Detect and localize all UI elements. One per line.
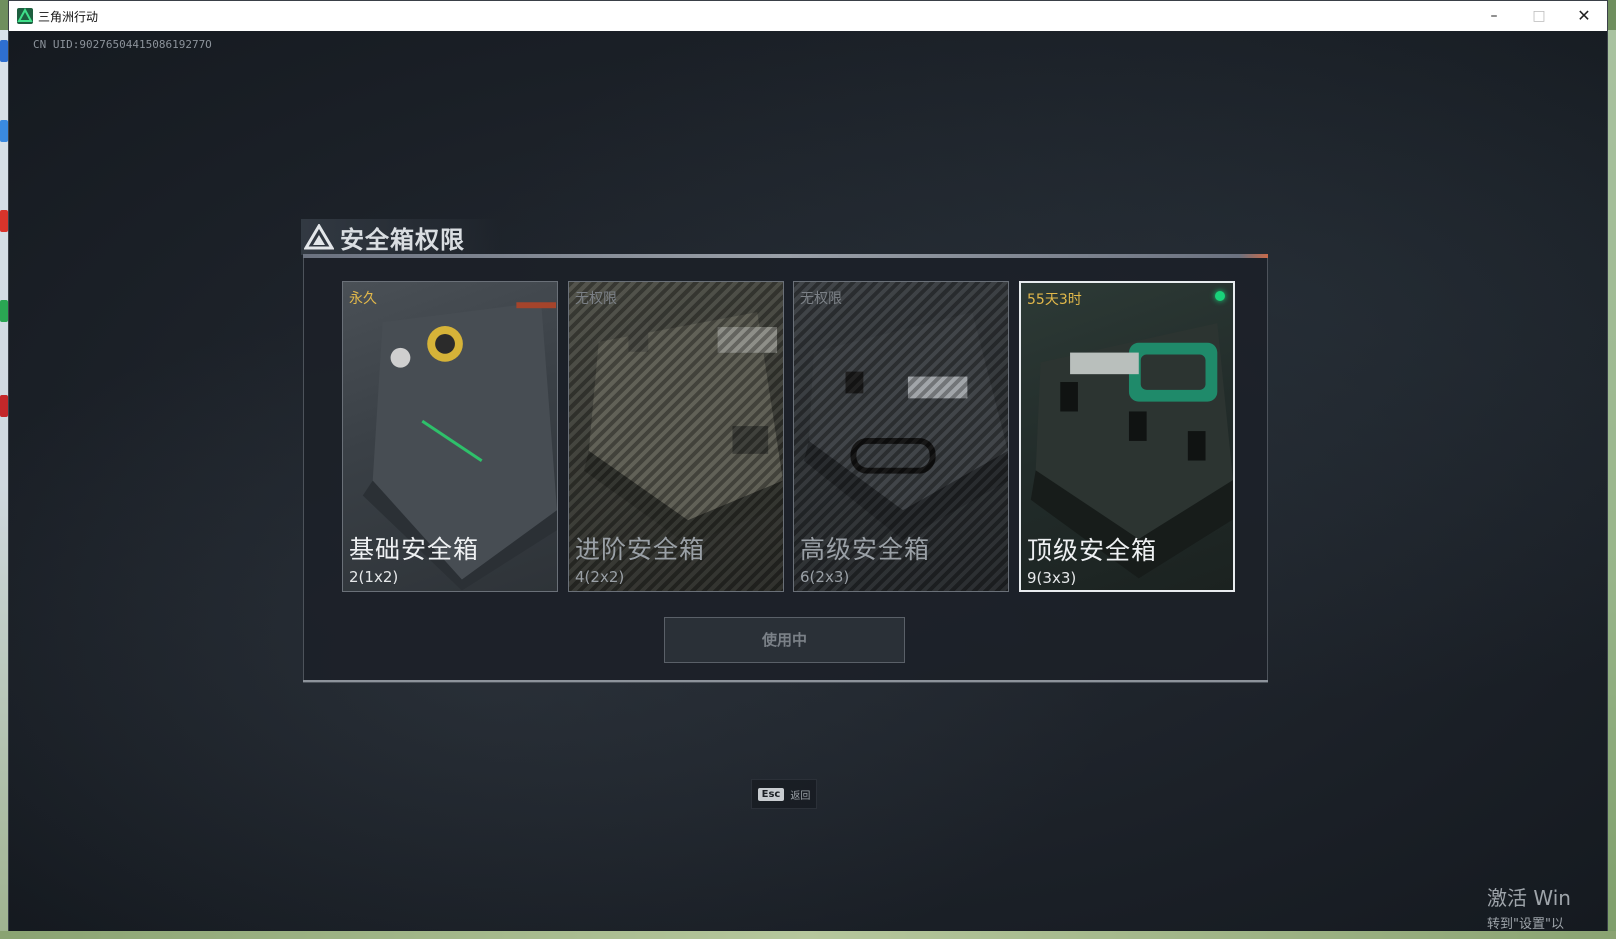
- maximize-button[interactable]: □: [1516, 1, 1562, 31]
- window-title: 三角洲行动: [38, 10, 99, 24]
- desktop-icon[interactable]: [0, 300, 8, 322]
- panel-top-border: [303, 254, 1268, 258]
- card-capacity: 6(2x3): [800, 568, 850, 586]
- safebox-card-list: 永久 基础安全箱 2(1x2) 无权限 进阶安全箱 4(2x2) 无权限 高级安…: [342, 281, 1236, 592]
- title-bar: 三角洲行动 – □ ✕: [9, 1, 1607, 32]
- in-use-button[interactable]: 使用中: [664, 617, 905, 663]
- active-indicator-dot: [1215, 291, 1225, 301]
- windows-activation-watermark: 激活 Win 转到"设置"以: [1487, 882, 1571, 931]
- minimize-button[interactable]: –: [1471, 1, 1517, 31]
- desktop-background-right: [1607, 30, 1616, 939]
- esc-key-icon: Esc: [757, 787, 785, 801]
- desktop-icon[interactable]: [0, 120, 8, 142]
- card-badge: 无权限: [575, 291, 617, 307]
- card-capacity: 2(1x2): [349, 568, 399, 586]
- safebox-card-top[interactable]: 55天3时 顶级安全箱 9(3x3): [1019, 281, 1235, 592]
- card-name: 顶级安全箱: [1027, 536, 1158, 565]
- card-badge: 55天3时: [1027, 292, 1082, 308]
- safebox-card-basic[interactable]: 永久 基础安全箱 2(1x2): [342, 281, 558, 592]
- desktop-icon[interactable]: [0, 40, 8, 62]
- card-name: 高级安全箱: [800, 535, 931, 564]
- safebox-card-advanced[interactable]: 无权限 进阶安全箱 4(2x2): [568, 281, 784, 592]
- desktop-background-bottom: [0, 931, 1616, 939]
- game-window: 三角洲行动 – □ ✕ CN UID:9027650441508619277O …: [8, 0, 1608, 931]
- card-badge: 无权限: [800, 291, 842, 307]
- card-name: 进阶安全箱: [575, 535, 706, 564]
- app-logo-icon: [17, 8, 33, 24]
- dialog-title: 安全箱权限: [340, 225, 465, 254]
- back-hint[interactable]: Esc 返回: [751, 779, 817, 809]
- desktop-icon[interactable]: [0, 210, 8, 232]
- card-capacity: 9(3x3): [1027, 569, 1077, 587]
- card-name: 基础安全箱: [349, 535, 480, 564]
- dialog-header: 安全箱权限: [304, 217, 465, 257]
- desktop-icon[interactable]: [0, 395, 8, 417]
- activation-line-1: 激活 Win: [1487, 886, 1571, 910]
- uid-text: CN UID:9027650441508619277O: [33, 38, 212, 51]
- card-capacity: 4(2x2): [575, 568, 625, 586]
- card-badge: 永久: [349, 291, 377, 307]
- game-viewport: CN UID:9027650441508619277O 安全箱权限 永久 基础安…: [9, 31, 1607, 931]
- back-label: 返回: [790, 790, 811, 802]
- panel-bottom-border: [303, 680, 1268, 682]
- delta-logo-icon: [304, 224, 334, 250]
- activation-line-2: 转到"设置"以: [1487, 917, 1564, 931]
- close-button[interactable]: ✕: [1561, 1, 1607, 31]
- safebox-card-senior[interactable]: 无权限 高级安全箱 6(2x3): [793, 281, 1009, 592]
